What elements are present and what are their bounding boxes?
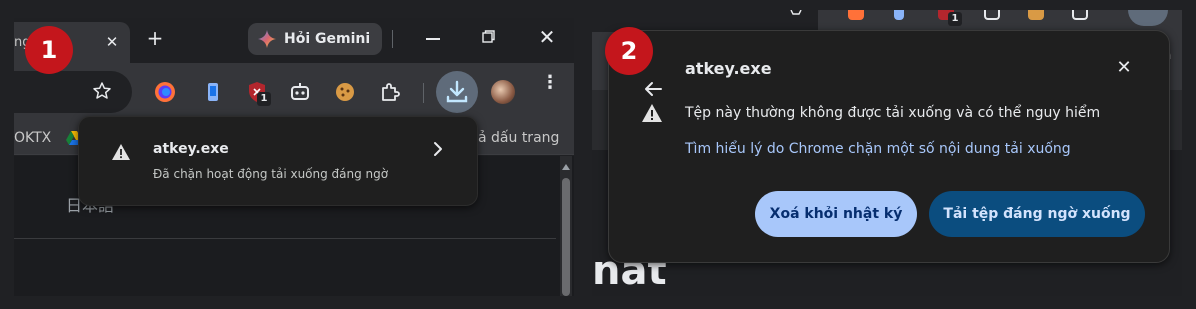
phone-extension-icon[interactable]: [894, 10, 904, 20]
all-bookmarks-label[interactable]: ả dấu trang: [478, 130, 559, 146]
firefox-extension-icon[interactable]: [848, 10, 864, 20]
tabbar-divider: [392, 30, 393, 48]
scroll-thumb[interactable]: [562, 178, 570, 296]
chrome-menu-icon[interactable]: ⋮: [541, 74, 559, 105]
close-icon[interactable]: ✕: [1115, 59, 1133, 77]
download-filename: atkey.exe: [153, 141, 229, 157]
warning-message: Tệp này thường không được tải xuống và c…: [685, 105, 1101, 121]
panel-1-browser: ng ... ho ✕ + Hỏi Gemini ✕: [14, 18, 574, 296]
downloads-button[interactable]: [1128, 10, 1168, 26]
bookmark-star-icon[interactable]: [92, 81, 112, 101]
shield-extension[interactable]: 1: [245, 80, 271, 106]
downloads-button[interactable]: [436, 71, 478, 113]
ask-gemini-button[interactable]: Hỏi Gemini: [248, 23, 382, 55]
download-bubble[interactable]: atkey.exe Đã chặn hoạt động tải xuống đá…: [78, 116, 478, 206]
toolbar: 1: [592, 10, 1182, 32]
robot-extension-icon[interactable]: [288, 80, 312, 104]
phone-extension-icon[interactable]: [201, 80, 225, 104]
ask-gemini-label: Hỏi Gemini: [284, 31, 371, 47]
bookmark-item[interactable]: OKTX: [14, 130, 51, 146]
cookie-extension-icon[interactable]: [333, 80, 357, 104]
toolbar-divider: [423, 83, 424, 103]
window-close-icon[interactable]: ✕: [538, 27, 556, 47]
chevron-right-icon[interactable]: [431, 141, 445, 157]
firefox-extension-icon[interactable]: [153, 80, 177, 104]
extension-count-badge: 1: [948, 12, 962, 26]
scrollbar[interactable]: [560, 156, 572, 296]
tab-bar: ng ... ho ✕ + Hỏi Gemini ✕: [14, 18, 574, 63]
step-badge-1: 1: [25, 26, 73, 74]
cookie-extension-icon[interactable]: [1028, 10, 1044, 20]
restore-window-icon[interactable]: [482, 30, 495, 43]
step-badge-2: 2: [605, 27, 653, 75]
back-arrow-icon[interactable]: [643, 81, 663, 97]
gemini-sparkle-icon: [258, 30, 276, 48]
warning-icon: [642, 104, 662, 122]
tab-close-icon[interactable]: ✕: [102, 32, 122, 52]
warning-icon: [112, 144, 130, 160]
toolbar: 1 ⋮: [14, 63, 574, 121]
minimize-icon[interactable]: [426, 38, 440, 40]
content-divider: [14, 238, 556, 239]
address-bar[interactable]: [14, 71, 132, 113]
screenshot-root: ng ... ho ✕ + Hỏi Gemini ✕: [0, 0, 1196, 309]
extensions-puzzle-icon[interactable]: [378, 80, 402, 104]
scroll-up-icon[interactable]: [562, 164, 570, 170]
extensions-puzzle-icon[interactable]: [1072, 10, 1088, 20]
panel-2-browser: 1 ả nat atkey.exe ✕ Tệp này thường không…: [592, 10, 1182, 296]
dialog-title: atkey.exe: [685, 59, 772, 78]
download-warning-dialog: atkey.exe ✕ Tệp này thường không được tả…: [608, 30, 1170, 263]
learn-more-link[interactable]: Tìm hiểu lý do Chrome chặn một số nội du…: [685, 141, 1071, 157]
robot-extension-icon[interactable]: [984, 10, 1000, 20]
new-tab-button[interactable]: +: [144, 27, 166, 49]
profile-avatar[interactable]: [491, 80, 515, 104]
download-suspicious-file-button[interactable]: Tải tệp đáng ngờ xuống: [929, 191, 1145, 237]
extension-count-badge: 1: [257, 92, 271, 106]
bookmark-star-icon[interactable]: [788, 10, 804, 20]
download-icon: [446, 80, 468, 103]
download-status: Đã chặn hoạt động tải xuống đáng ngờ: [153, 167, 389, 181]
remove-from-history-button[interactable]: Xoá khỏi nhật ký: [755, 191, 917, 237]
